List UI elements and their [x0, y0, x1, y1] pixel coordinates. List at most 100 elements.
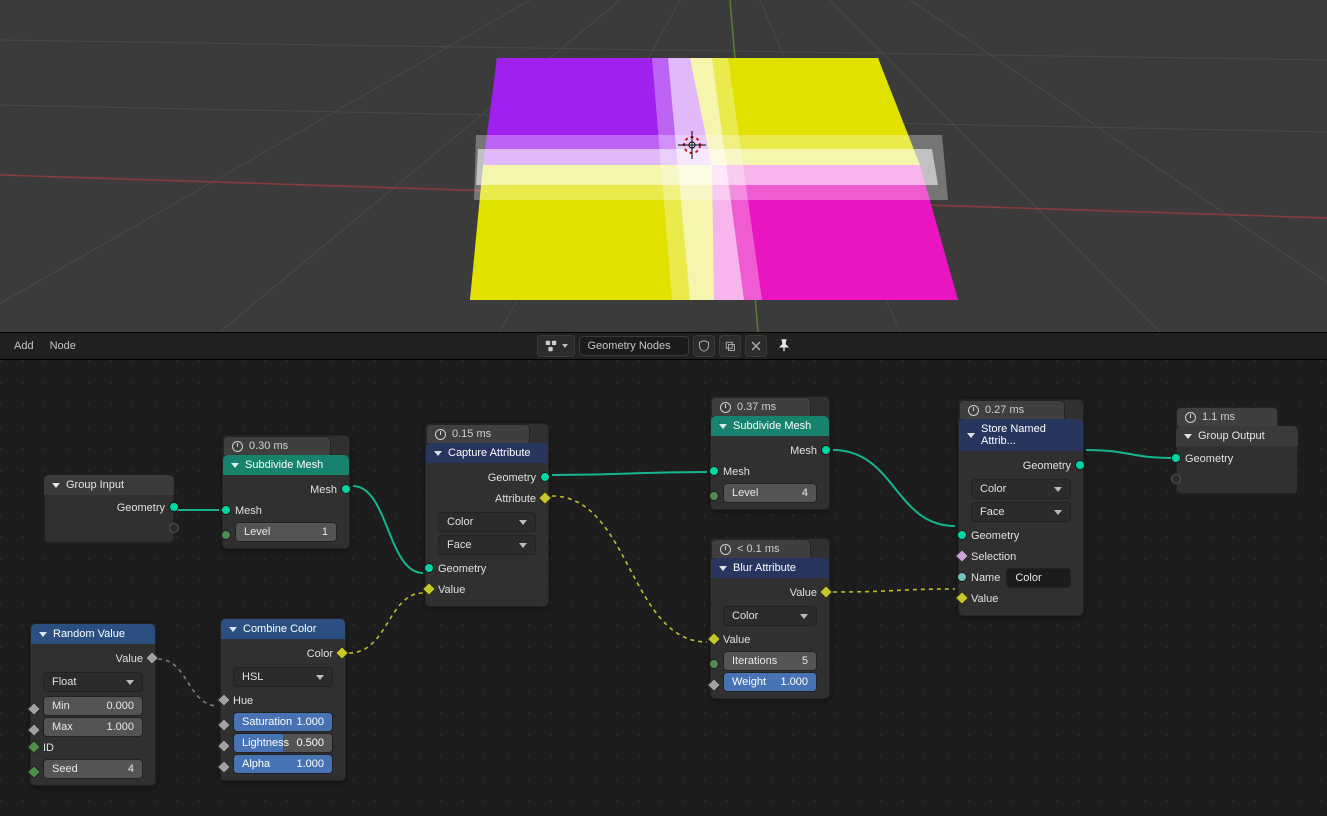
domain-select[interactable]: Face	[438, 535, 536, 555]
node-group-input[interactable]: Group Input Geometry	[44, 475, 174, 543]
node-title: Blur Attribute	[733, 562, 796, 574]
node-random-value[interactable]: Random Value Value Float Min0.000 Max1.0…	[30, 623, 156, 786]
node-store-named-attribute[interactable]: 0.27 ms Store Named Attrib... Geometry C…	[958, 399, 1084, 616]
socket-geometry-out[interactable]	[169, 502, 179, 512]
socket-level-in[interactable]	[221, 530, 231, 540]
domain-select[interactable]: Face	[971, 502, 1071, 522]
timer-label: 1.1 ms	[1202, 411, 1235, 423]
clock-icon	[232, 441, 243, 452]
socket-lightness-in[interactable]	[217, 739, 231, 753]
socket-label: Geometry	[1185, 453, 1233, 465]
nodetree-icon	[544, 339, 558, 353]
min-field[interactable]: Min0.000	[43, 696, 143, 716]
socket-label: Value	[790, 587, 817, 599]
socket-value-in[interactable]	[422, 582, 436, 596]
socket-label: Mesh	[235, 505, 262, 517]
socket-label: Geometry	[1023, 460, 1071, 472]
socket-value-out[interactable]	[819, 585, 833, 599]
nodetree-browse-button[interactable]	[537, 335, 575, 357]
socket-virtual-in[interactable]	[1171, 474, 1181, 484]
node-title: Group Output	[1198, 430, 1265, 442]
node-title: Store Named Attrib...	[981, 423, 1075, 447]
duplicate-icon[interactable]	[719, 335, 741, 357]
socket-virtual-out[interactable]	[169, 523, 179, 533]
socket-value-out[interactable]	[145, 651, 159, 665]
socket-label: Geometry	[438, 563, 486, 575]
socket-color-out[interactable]	[335, 646, 349, 660]
datatype-select[interactable]: Color	[723, 606, 817, 626]
node-editor-canvas[interactable]: Group Input Geometry 0.30 ms Subdivide M…	[0, 360, 1327, 816]
socket-label: Selection	[971, 551, 1016, 563]
socket-mesh-out[interactable]	[821, 445, 831, 455]
socket-seed-in[interactable]	[27, 765, 41, 779]
datatype-select[interactable]: Color	[971, 479, 1071, 499]
socket-mesh-in[interactable]	[221, 505, 231, 515]
viewport-3d[interactable]	[0, 0, 1327, 332]
node-title: Combine Color	[243, 623, 316, 635]
socket-geometry-in[interactable]	[1171, 453, 1181, 463]
socket-saturation-in[interactable]	[217, 718, 231, 732]
node-editor-header: Add Node Geometry Nodes	[0, 332, 1327, 360]
socket-level-in[interactable]	[709, 491, 719, 501]
node-subdivide-mesh-1[interactable]: 0.30 ms Subdivide Mesh Mesh Mesh Level1	[222, 435, 350, 549]
timer-label: 0.15 ms	[452, 428, 491, 440]
socket-min-in[interactable]	[27, 702, 41, 716]
saturation-field[interactable]: Saturation1.000	[233, 712, 333, 732]
pin-icon[interactable]	[777, 339, 791, 353]
socket-value-in[interactable]	[707, 632, 721, 646]
socket-hue-in[interactable]	[217, 693, 231, 707]
nodetree-name-field[interactable]: Geometry Nodes	[579, 336, 689, 356]
socket-label: Value	[971, 593, 998, 605]
max-field[interactable]: Max1.000	[43, 717, 143, 737]
alpha-field[interactable]: Alpha1.000	[233, 754, 333, 774]
clock-icon	[435, 429, 446, 440]
datatype-select[interactable]: Color	[438, 512, 536, 532]
level-field[interactable]: Level1	[235, 522, 337, 542]
socket-label: Color	[307, 648, 333, 660]
node-subdivide-mesh-2[interactable]: 0.37 ms Subdivide Mesh Mesh Mesh Level4	[710, 396, 830, 510]
socket-label: ID	[43, 742, 54, 754]
unlink-icon[interactable]	[745, 335, 767, 357]
socket-mesh-out[interactable]	[341, 484, 351, 494]
seed-field[interactable]: Seed4	[43, 759, 143, 779]
node-capture-attribute[interactable]: 0.15 ms Capture Attribute Geometry Attri…	[425, 423, 549, 607]
socket-iterations-in[interactable]	[709, 659, 719, 669]
socket-label: Mesh	[723, 466, 750, 478]
socket-label: Attribute	[495, 493, 536, 505]
menu-node[interactable]: Node	[42, 336, 84, 356]
socket-label: Mesh	[310, 484, 337, 496]
socket-label: Geometry	[488, 472, 536, 484]
clock-icon	[720, 544, 731, 555]
menu-add[interactable]: Add	[6, 336, 42, 356]
socket-name-in[interactable]	[957, 572, 967, 582]
socket-weight-in[interactable]	[707, 678, 721, 692]
socket-alpha-in[interactable]	[217, 760, 231, 774]
name-field[interactable]: Color	[1006, 568, 1071, 588]
socket-value-in[interactable]	[955, 591, 969, 605]
timer-label: 0.27 ms	[985, 404, 1024, 416]
mode-select[interactable]: HSL	[233, 667, 333, 687]
shield-icon[interactable]	[693, 335, 715, 357]
socket-max-in[interactable]	[27, 723, 41, 737]
socket-selection-in[interactable]	[955, 549, 969, 563]
node-group-output[interactable]: 1.1 ms Group Output Geometry	[1176, 407, 1298, 494]
node-combine-color[interactable]: Combine Color Color HSL Hue Saturation1.…	[220, 618, 346, 781]
lightness-field[interactable]: Lightness0.500	[233, 733, 333, 753]
socket-geometry-out[interactable]	[1075, 460, 1085, 470]
datatype-select[interactable]: Float	[43, 672, 143, 692]
timer-label: < 0.1 ms	[737, 543, 780, 555]
weight-field[interactable]: Weight1.000	[723, 672, 817, 692]
iterations-field[interactable]: Iterations5	[723, 651, 817, 671]
socket-mesh-in[interactable]	[709, 466, 719, 476]
socket-attribute-out[interactable]	[538, 491, 552, 505]
socket-id-in[interactable]	[27, 740, 41, 754]
node-title: Random Value	[53, 628, 125, 640]
socket-geometry-in[interactable]	[957, 530, 967, 540]
clock-icon	[1185, 412, 1196, 423]
socket-geometry-in[interactable]	[424, 563, 434, 573]
socket-label: Value	[438, 584, 465, 596]
socket-geometry-out[interactable]	[540, 472, 550, 482]
level-field[interactable]: Level4	[723, 483, 817, 503]
node-blur-attribute[interactable]: < 0.1 ms Blur Attribute Value Color Valu…	[710, 538, 830, 699]
viewport-svg	[0, 0, 1327, 332]
